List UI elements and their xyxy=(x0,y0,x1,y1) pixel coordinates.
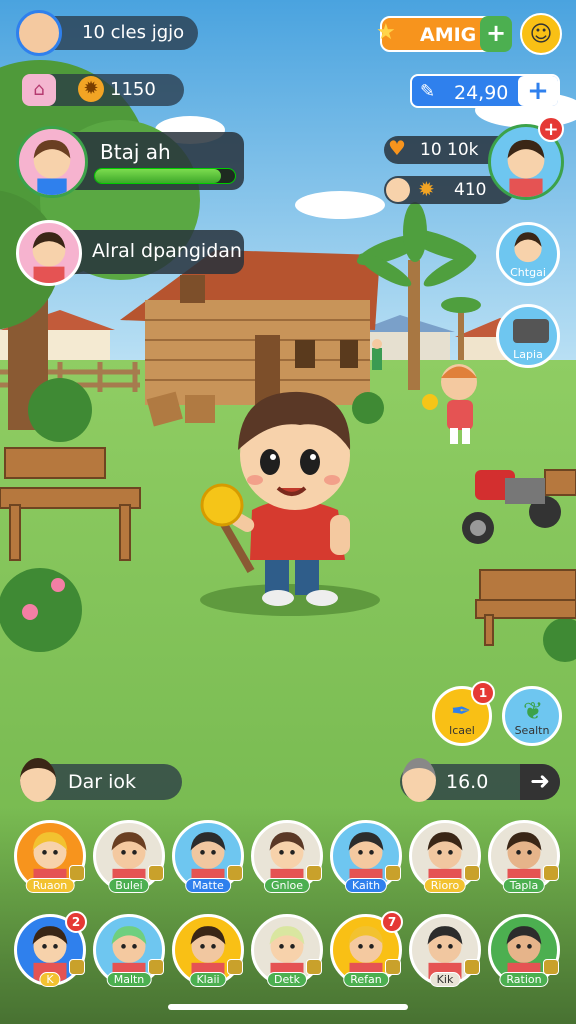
roster-avatar-1-4[interactable]: Gnloe xyxy=(251,820,323,893)
roster-name: Maltn xyxy=(106,972,152,987)
roster-avatar-1-5[interactable]: Kaith xyxy=(330,820,402,893)
gem-value: 24,90 xyxy=(454,82,509,104)
card-2-name: Alral dpangidan xyxy=(92,240,242,262)
roster-name: Kik xyxy=(429,972,461,987)
card-2-avatar xyxy=(16,220,82,286)
roster-item-icon xyxy=(148,865,164,881)
card-1-avatar xyxy=(16,126,88,198)
roster-avatar-2-1[interactable]: K 2 xyxy=(14,911,87,987)
score-pill[interactable]: 16.0 ➜ xyxy=(400,758,560,802)
chat-avatar xyxy=(20,758,56,802)
roster-name: Klaii xyxy=(189,972,227,987)
roster-name: Ruaon xyxy=(25,878,75,893)
player-name-pill[interactable]: 10 cles jgjo xyxy=(16,10,198,56)
stat-1-value: 10 10k xyxy=(420,140,479,160)
action-button-lcael[interactable]: ✒ lcael 1 xyxy=(432,681,495,746)
roster-avatar-2-2[interactable]: Maltn xyxy=(93,914,165,987)
roster-name: Refan xyxy=(343,972,389,987)
star-icon: ★ xyxy=(376,20,396,45)
roster-avatar-2-4[interactable]: Detk xyxy=(251,914,323,987)
player-avatar-icon xyxy=(16,10,62,56)
roster-avatar-1-1[interactable]: Ruaon xyxy=(14,820,86,893)
chat-pill[interactable]: Dar iok xyxy=(20,758,182,802)
roster-item-icon xyxy=(543,959,559,975)
roster-name: Bulei xyxy=(108,878,150,893)
roster-avatar-1-6[interactable]: Rioro xyxy=(409,820,481,893)
action-lcael-badge: 1 xyxy=(471,681,495,705)
roster-avatar-2-5[interactable]: Refan 7 xyxy=(330,911,403,987)
sun-icon: ✹ xyxy=(418,177,435,201)
score-value: 16.0 xyxy=(446,771,489,793)
roster-item-icon xyxy=(69,865,85,881)
side-button-lapia[interactable]: Lapia xyxy=(496,304,560,368)
player-name-label: 10 cles jgjo xyxy=(82,22,185,43)
side-button-chtgai[interactable]: Chtgai xyxy=(496,222,560,286)
home-indicator xyxy=(168,1004,408,1010)
arrow-right-icon[interactable]: ➜ xyxy=(520,764,560,800)
amig-plus-button[interactable]: + xyxy=(480,16,512,52)
roster-item-icon xyxy=(69,959,85,975)
roster-item-icon xyxy=(148,959,164,975)
home-icon: ⌂ xyxy=(22,74,56,106)
roster-item-icon xyxy=(385,865,401,881)
gear-coin-icon: ✹ xyxy=(78,76,104,102)
roster-avatar-1-2[interactable]: Bulei xyxy=(93,820,165,893)
roster-avatar-1-7[interactable]: Tapla xyxy=(488,820,560,893)
roster-avatar-2-7[interactable]: Ration xyxy=(488,914,560,987)
roster-name: Detk xyxy=(267,972,307,987)
card-1-progress-track xyxy=(94,168,236,184)
roster-avatar-1-3[interactable]: Matte xyxy=(172,820,244,893)
roster-name: Kaith xyxy=(344,878,388,893)
action-lcael-label: lcael xyxy=(449,724,475,737)
stat-2-value: 410 xyxy=(454,180,487,200)
action-button-sealtn[interactable]: ❦ Sealtn xyxy=(502,686,562,746)
gem-pill[interactable]: ✎ 24,90 + xyxy=(410,74,560,108)
roster-name: Gnloe xyxy=(263,878,311,893)
roster-avatar-2-6[interactable]: Kik xyxy=(409,914,481,987)
roster-name: Ration xyxy=(499,972,549,987)
score-avatar xyxy=(402,758,436,802)
mini-avatar-icon xyxy=(386,178,410,202)
gem-plus-button[interactable]: + xyxy=(518,76,558,106)
side-button-lapia-label: Lapia xyxy=(513,348,543,361)
character-card-1[interactable]: Btaj ah xyxy=(16,126,244,198)
chat-name: Dar iok xyxy=(68,771,137,793)
roster-item-icon xyxy=(306,865,322,881)
roster-name: K xyxy=(39,972,61,987)
roster-notification-badge: 2 xyxy=(65,911,87,933)
roster-name: Matte xyxy=(185,878,231,893)
roster-name: Tapla xyxy=(502,878,546,893)
amig-label: AMIG xyxy=(420,24,477,46)
right-stats-panel[interactable]: ♥ 10 10k ✹ 410 + xyxy=(384,116,564,208)
roster-name: Rioro xyxy=(423,878,467,893)
heart-icon: ♥ xyxy=(388,136,406,160)
action-sealtn-label: Sealtn xyxy=(514,724,550,737)
leaf-icon: ❦ xyxy=(523,697,544,725)
card-1-name: Btaj ah xyxy=(100,140,171,164)
roster-item-icon xyxy=(464,865,480,881)
roster-item-icon xyxy=(385,959,401,975)
roster-item-icon xyxy=(543,865,559,881)
roster-item-icon xyxy=(227,865,243,881)
resource-value: 1150 xyxy=(110,79,156,100)
menu-face-button[interactable]: ☺ xyxy=(520,13,562,55)
roster-item-icon xyxy=(464,959,480,975)
toolbox-icon xyxy=(513,319,549,343)
resource-pill[interactable]: ⌂ ✹ 1150 xyxy=(22,74,184,106)
roster-item-icon xyxy=(227,959,243,975)
right-avatar-plus-badge[interactable]: + xyxy=(538,116,564,142)
character-card-2[interactable]: Alral dpangidan xyxy=(16,220,244,286)
pen-icon: ✒ xyxy=(451,697,472,725)
side-button-chtgai-label: Chtgai xyxy=(510,266,546,279)
amig-button[interactable]: ★ AMIG + xyxy=(376,16,512,52)
roster-notification-badge: 7 xyxy=(381,911,403,933)
roster-avatar-2-3[interactable]: Klaii xyxy=(172,914,244,987)
feather-icon: ✎ xyxy=(420,81,436,102)
roster-item-icon xyxy=(306,959,322,975)
card-1-progress-fill xyxy=(95,169,221,183)
